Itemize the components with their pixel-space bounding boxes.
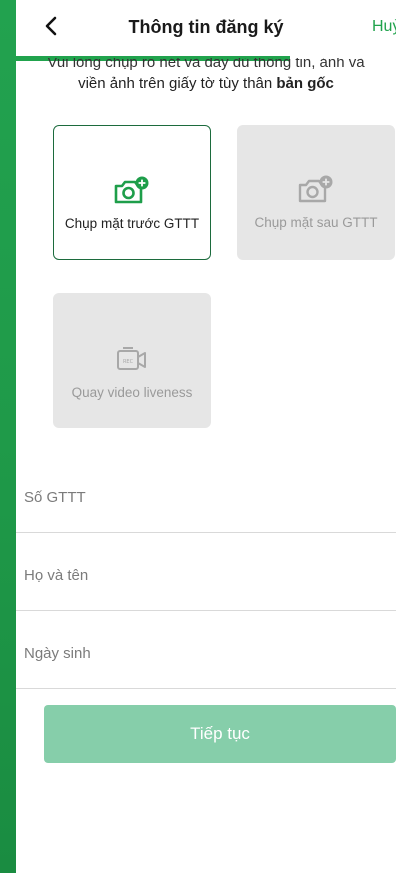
date-of-birth-placeholder: Ngày sinh: [24, 645, 91, 662]
background-strip: [0, 0, 16, 873]
full-name-field[interactable]: Họ và tên: [16, 535, 396, 611]
page-title: Thông tin đăng ký: [128, 17, 284, 37]
capture-front-card[interactable]: Chụp mặt trước GTTT: [53, 125, 211, 260]
instruction-text: Vui lòng chụp rõ nét và đầy đủ thông tin…: [16, 58, 396, 94]
capture-front-label: Chụp mặt trước GTTT: [64, 216, 200, 231]
full-name-placeholder: Họ và tên: [24, 567, 89, 584]
instruction-line-1: Vui lòng chụp rõ nét và đầy đủ thông tin…: [47, 58, 365, 71]
video-liveness-label: Quay video liveness: [71, 385, 193, 400]
date-of-birth-field[interactable]: Ngày sinh: [16, 613, 396, 689]
instruction-line-2-text: viền ảnh trên giấy tờ tùy thân: [78, 75, 277, 92]
video-camera-icon: REC: [117, 347, 146, 370]
camera-add-icon: [298, 175, 333, 203]
camera-add-icon: [114, 176, 149, 204]
id-number-field[interactable]: Số GTTT: [16, 457, 396, 533]
cancel-button[interactable]: Huỷ: [372, 18, 396, 36]
registration-screen: Thông tin đăng ký Huỷ Vui lòng chụp rõ n…: [16, 0, 396, 873]
video-liveness-card[interactable]: REC Quay video liveness: [53, 293, 211, 428]
instruction-bold-text: bản gốc: [276, 75, 334, 92]
header: Thông tin đăng ký Huỷ: [16, 0, 396, 56]
rec-text: REC: [123, 359, 134, 365]
capture-back-card[interactable]: Chụp mặt sau GTTT: [237, 125, 395, 260]
capture-back-label: Chụp mặt sau GTTT: [254, 215, 378, 230]
instruction-line-2: viền ảnh trên giấy tờ tùy thân bản gốc: [16, 74, 396, 94]
id-number-placeholder: Số GTTT: [24, 489, 86, 506]
continue-button[interactable]: Tiếp tục: [44, 705, 396, 763]
